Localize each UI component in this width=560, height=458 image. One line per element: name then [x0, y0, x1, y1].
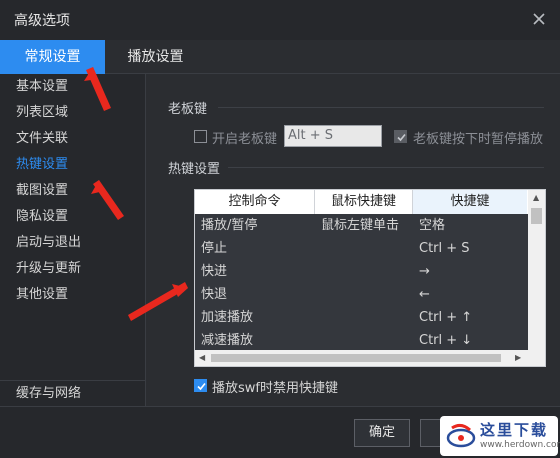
disable-hotkeys-swf-checkbox[interactable] [194, 379, 207, 392]
boss-key-enable-checkbox[interactable] [194, 130, 207, 143]
ok-button[interactable]: 确定 [354, 419, 410, 447]
check-icon [397, 133, 406, 142]
check-icon [197, 382, 206, 391]
logo-icon [446, 423, 476, 448]
scroll-up-icon[interactable]: ▲ [533, 193, 539, 202]
sidebar-item-file-association[interactable]: 文件关联 [0, 126, 145, 152]
sidebar-item-basic[interactable]: 基本设置 [0, 74, 145, 100]
settings-panel: 老板键 开启老板键 Alt + S 老板键按下时暂停播放 热键设置 控制命令 鼠… [146, 74, 560, 406]
table-row[interactable]: 加速播放 Ctrl + ↑ [195, 306, 527, 329]
column-header-command[interactable]: 控制命令 [195, 190, 315, 214]
vertical-scrollbar[interactable]: ▲ [528, 190, 545, 350]
sidebar-item-cache-network[interactable]: 缓存与网络 [0, 380, 146, 406]
sidebar-item-screenshot[interactable]: 截图设置 [0, 178, 145, 204]
window-title: 高级选项 [14, 13, 70, 29]
sidebar: 基本设置 列表区域 文件关联 热键设置 截图设置 隐私设置 启动与退出 升级与更… [0, 74, 146, 406]
tab-playback-settings[interactable]: 播放设置 [108, 40, 203, 74]
scroll-left-icon[interactable]: ◀ [199, 353, 205, 362]
table-row[interactable]: 快退 ← [195, 283, 527, 306]
tab-general-settings[interactable]: 常规设置 [0, 40, 105, 74]
scroll-thumb[interactable] [211, 354, 501, 362]
table-row[interactable]: 减速播放 Ctrl + ↓ [195, 329, 527, 352]
sidebar-item-list-area[interactable]: 列表区域 [0, 100, 145, 126]
cell-key: Ctrl + ↓ [419, 333, 473, 348]
cell-key: 空格 [419, 218, 446, 233]
sidebar-item-startup-exit[interactable]: 启动与退出 [0, 230, 145, 256]
boss-key-input[interactable]: Alt + S [284, 125, 382, 147]
scroll-thumb[interactable] [531, 208, 542, 224]
cell-command: 快进 [201, 264, 228, 279]
cell-command: 播放/暂停 [201, 218, 258, 233]
boss-key-pause-label: 老板键按下时暂停播放 [413, 132, 544, 147]
disable-hotkeys-swf-label: 播放swf时禁用快捷键 [212, 381, 338, 396]
table-row[interactable]: 快进 → [195, 260, 527, 283]
cell-key: Ctrl + S [419, 241, 470, 256]
sidebar-item-other[interactable]: 其他设置 [0, 282, 145, 308]
boss-key-section-title: 老板键 [168, 102, 208, 117]
sidebar-item-privacy[interactable]: 隐私设置 [0, 204, 145, 230]
column-header-mouse[interactable]: 鼠标快捷键 [315, 190, 413, 214]
close-icon[interactable] [530, 10, 548, 28]
watermark-logo: 这里下载 www.herdown.com [440, 416, 560, 456]
scroll-right-icon[interactable]: ▶ [515, 353, 521, 362]
sidebar-item-upgrade[interactable]: 升级与更新 [0, 256, 145, 282]
horizontal-scrollbar[interactable]: ◀ ▶ [195, 350, 545, 366]
cell-mouse: 鼠标左键单击 [321, 218, 400, 233]
watermark-text: 这里下载 [480, 421, 549, 439]
table-row[interactable]: 播放/暂停 鼠标左键单击 空格 [195, 214, 527, 237]
hotkey-table: 控制命令 鼠标快捷键 快捷键 播放/暂停 鼠标左键单击 空格 停止 Ctrl +… [194, 189, 546, 367]
section-divider [218, 107, 544, 108]
cell-command: 快退 [201, 287, 228, 302]
column-header-key[interactable]: 快捷键 [413, 190, 527, 214]
boss-key-enable-label: 开启老板键 [212, 132, 278, 147]
watermark-url: www.herdown.com [480, 440, 560, 450]
cell-key: → [419, 264, 430, 279]
tab-bar: 常规设置 播放设置 [0, 40, 560, 74]
cell-key: Ctrl + ↑ [419, 310, 473, 325]
boss-key-pause-checkbox[interactable] [394, 130, 407, 143]
section-divider [228, 167, 544, 168]
cell-key: ← [419, 287, 430, 302]
cell-command: 停止 [201, 241, 228, 256]
cell-command: 减速播放 [201, 333, 254, 348]
table-header: 控制命令 鼠标快捷键 快捷键 [195, 190, 545, 214]
table-row[interactable]: 停止 Ctrl + S [195, 237, 527, 260]
title-bar: 高级选项 [0, 0, 560, 40]
sidebar-item-hotkeys[interactable]: 热键设置 [0, 152, 145, 178]
hotkey-section-title: 热键设置 [168, 162, 221, 177]
cell-command: 加速播放 [201, 310, 254, 325]
